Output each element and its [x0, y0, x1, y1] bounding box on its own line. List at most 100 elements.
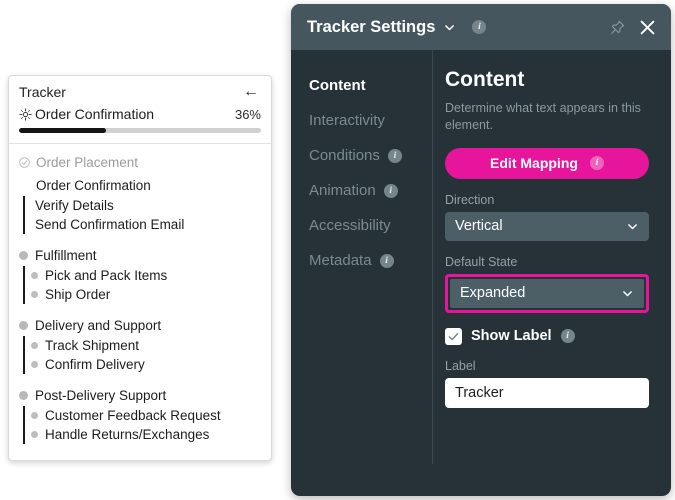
tracker-group-label: Post-Delivery Support: [35, 388, 167, 403]
nav-item-accessibility[interactable]: Accessibility: [309, 208, 433, 243]
tracker-substep-list: Customer Feedback Request Handle Returns/…: [23, 406, 261, 444]
tracker-substep-label: Track Shipment: [45, 338, 140, 353]
tracker-progress-bar: [19, 128, 261, 133]
tracker-substep[interactable]: Send Confirmation Email: [35, 215, 261, 234]
chevron-down-icon[interactable]: [443, 21, 456, 34]
content-pane: Content Determine what text appears in t…: [433, 50, 671, 496]
tracker-card-header: Tracker ← Order Confirmation 36%: [9, 76, 271, 144]
tracker-substep[interactable]: Handle Returns/Exchanges: [31, 425, 261, 444]
panel-header: Tracker Settings i: [291, 4, 671, 50]
direction-select-value: Vertical: [455, 218, 503, 235]
tracker-substep-label: Handle Returns/Exchanges: [45, 427, 210, 442]
tracker-card-title: Tracker: [19, 84, 66, 100]
tracker-group: Post-Delivery Support Customer Feedback R…: [19, 385, 261, 444]
nav-item-label: Conditions: [309, 147, 380, 164]
default-state-label: Default State: [445, 254, 518, 269]
tracker-progress-percent: 36%: [234, 106, 261, 122]
info-icon[interactable]: i: [560, 329, 575, 344]
edit-mapping-label: Edit Mapping: [490, 155, 578, 172]
default-state-highlight: Expanded: [445, 273, 649, 313]
close-icon[interactable]: [638, 18, 657, 37]
tracker-group-label: Order Placement: [36, 155, 139, 170]
info-icon[interactable]: i: [472, 20, 487, 34]
show-label-checkbox[interactable]: [445, 327, 462, 345]
settings-nav: Content Interactivity Conditions i Animation…: [291, 50, 433, 496]
tracker-card: Tracker ← Order Confirmation 36% Order P…: [8, 75, 272, 461]
nav-item-metadata[interactable]: Metadata i: [309, 243, 433, 278]
tracker-substep[interactable]: Confirm Delivery: [31, 355, 261, 374]
info-icon[interactable]: i: [387, 148, 402, 163]
tracker-group-header[interactable]: Order Placement: [19, 152, 261, 173]
nav-item-content[interactable]: Content: [309, 68, 433, 103]
edit-mapping-button[interactable]: Edit Mapping i: [445, 147, 649, 179]
check-circle-icon: [19, 157, 30, 168]
tracker-group-header[interactable]: Post-Delivery Support: [19, 385, 261, 406]
info-icon[interactable]: i: [589, 156, 604, 171]
show-label-row: Show Label i: [445, 327, 649, 345]
tracker-group-label: Order Confirmation: [36, 178, 151, 193]
tracker-substep-label: Verify Details: [35, 198, 114, 213]
default-state-select[interactable]: Expanded: [450, 278, 644, 308]
tracker-current-stage: Order Confirmation: [35, 106, 155, 122]
tracker-substep[interactable]: Pick and Pack Items: [31, 266, 261, 285]
dot-icon: [31, 431, 38, 438]
nav-item-animation[interactable]: Animation i: [309, 173, 433, 208]
tracker-group: Order Confirmation Verify Details Send Con…: [19, 175, 261, 234]
tracker-group: Fulfillment Pick and Pack Items Ship Order: [19, 245, 261, 304]
dot-icon: [19, 391, 28, 400]
direction-label: Direction: [445, 192, 495, 207]
tracker-substep[interactable]: Verify Details: [35, 196, 261, 215]
tracker-group: Order Placement: [19, 152, 261, 173]
tracker-group-header[interactable]: Order Confirmation: [19, 175, 261, 196]
tracker-substep[interactable]: Ship Order: [31, 285, 261, 304]
nav-item-conditions[interactable]: Conditions i: [309, 138, 433, 173]
tracker-step-list: Order Placement Order Confirmation Verify …: [9, 144, 271, 460]
tracker-substep-list: Verify Details Send Confirmation Email: [23, 196, 261, 234]
direction-select[interactable]: Vertical: [445, 211, 649, 241]
dot-icon: [31, 291, 38, 298]
content-pane-title: Content: [445, 68, 525, 91]
nav-item-label: Metadata: [309, 252, 372, 269]
nav-item-interactivity[interactable]: Interactivity: [309, 103, 433, 138]
tracker-title-row: Tracker ←: [19, 84, 261, 101]
chevron-down-icon: [621, 287, 634, 300]
nav-item-label: Animation: [309, 182, 376, 199]
panel-body: Content Interactivity Conditions i Animation…: [291, 50, 671, 496]
tracker-substep-label: Customer Feedback Request: [45, 408, 221, 423]
dot-icon: [19, 321, 28, 330]
tracker-group: Delivery and Support Track Shipment Confir…: [19, 315, 261, 374]
info-icon[interactable]: i: [379, 253, 394, 268]
dot-icon: [31, 342, 38, 349]
tracker-group-label: Fulfillment: [35, 248, 97, 263]
dot-icon: [31, 361, 38, 368]
dot-icon: [19, 251, 28, 260]
tracker-settings-panel: Tracker Settings i Content Interactivity C…: [291, 4, 671, 496]
tracker-group-header[interactable]: Fulfillment: [19, 245, 261, 266]
label-field-label: Label: [445, 358, 476, 373]
label-input[interactable]: [445, 377, 649, 408]
tracker-group-header[interactable]: Delivery and Support: [19, 315, 261, 336]
pin-icon[interactable]: [609, 19, 626, 36]
tracker-substep-list: Pick and Pack Items Ship Order: [23, 266, 261, 304]
move-handle-icon[interactable]: [19, 107, 32, 121]
tracker-substep[interactable]: Customer Feedback Request: [31, 406, 261, 425]
tracker-substep-label: Send Confirmation Email: [35, 217, 185, 232]
dot-icon: [31, 412, 38, 419]
default-state-select-value: Expanded: [460, 285, 526, 302]
content-pane-description: Determine what text appears in this elem…: [445, 101, 641, 132]
tracker-substep-label: Pick and Pack Items: [45, 268, 168, 283]
chevron-down-icon: [626, 220, 639, 233]
tracker-stage-row: Order Confirmation 36%: [19, 106, 261, 122]
back-arrow-icon[interactable]: ←: [241, 84, 261, 100]
nav-item-label: Interactivity: [309, 112, 385, 129]
tracker-progress-fill: [19, 128, 107, 133]
nav-item-label: Content: [309, 77, 366, 94]
nav-item-label: Accessibility: [309, 217, 391, 234]
tracker-substep-label: Ship Order: [45, 287, 111, 302]
tracker-substep[interactable]: Track Shipment: [31, 336, 261, 355]
show-label-text: Show Label: [471, 328, 552, 345]
info-icon[interactable]: i: [383, 183, 398, 198]
